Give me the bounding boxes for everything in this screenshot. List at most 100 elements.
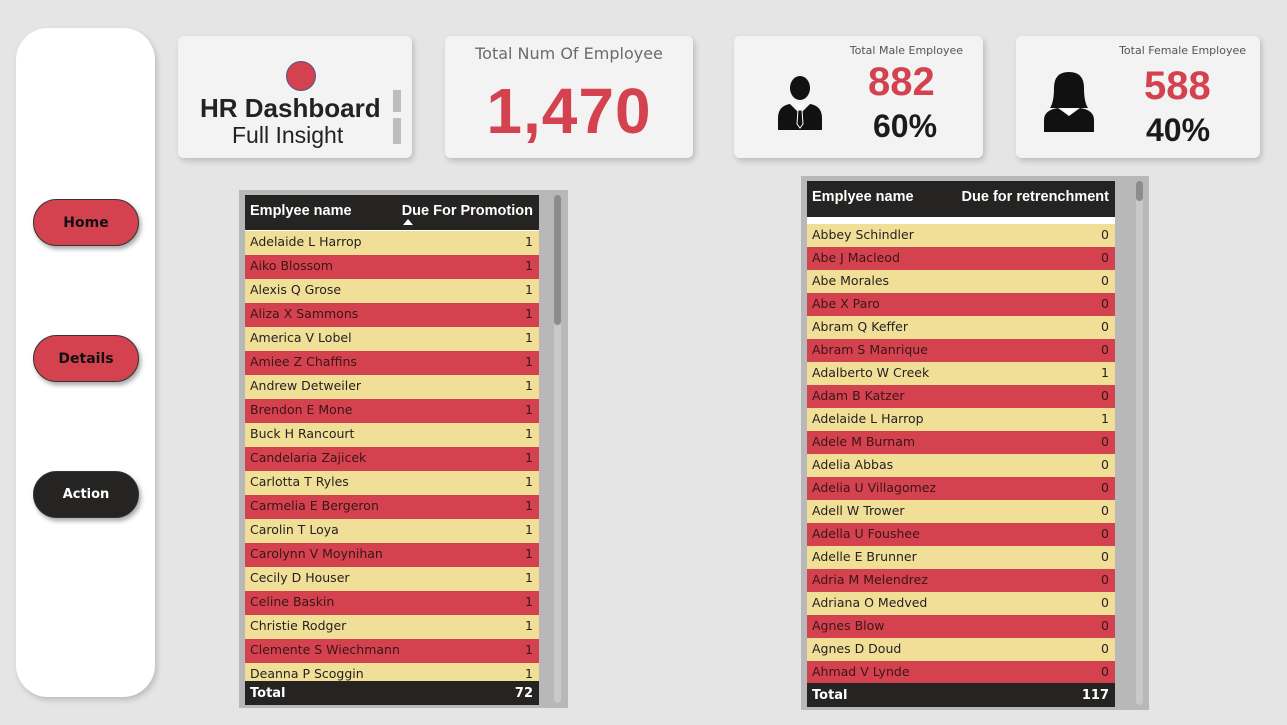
column-header-name[interactable]: Emplyee name xyxy=(250,203,352,219)
retrenchment-scroll-thumb[interactable] xyxy=(1136,181,1143,201)
male-employee-pct: 60% xyxy=(873,108,938,144)
table-row[interactable]: Candelaria Zajicek 1 xyxy=(245,447,539,471)
total-label: Total xyxy=(812,688,848,703)
table-row[interactable]: Adelle E Brunner 0 xyxy=(807,546,1115,569)
table-row[interactable]: Christie Rodger 1 xyxy=(245,615,539,639)
employee-name-cell: Abe Morales xyxy=(812,273,890,288)
employee-name-cell: Adam B Katzer xyxy=(812,388,905,403)
value-cell: 0 xyxy=(1101,296,1109,311)
value-cell: 0 xyxy=(1101,595,1109,610)
employee-name-cell: Alexis Q Grose xyxy=(250,282,342,297)
value-cell: 0 xyxy=(1101,388,1109,403)
table-row[interactable]: Adelia U Villagomez 0 xyxy=(807,477,1115,500)
sort-ascending-icon[interactable] xyxy=(403,219,413,225)
table-row[interactable]: Aliza X Sammons 1 xyxy=(245,303,539,327)
logo-dot-icon xyxy=(286,61,316,91)
employee-name-cell: Adelia Abbas xyxy=(812,457,894,472)
retrenchment-table-header[interactable]: Emplyee name Due for retrenchment xyxy=(807,181,1115,217)
employee-name-cell: Carolynn V Moynihan xyxy=(250,546,383,561)
employee-name-cell: Adriana O Medved xyxy=(812,595,928,610)
employee-name-cell: Celine Baskin xyxy=(250,594,335,609)
table-row[interactable]: Adriana O Medved 0 xyxy=(807,592,1115,615)
table-row[interactable]: Adell W Trower 0 xyxy=(807,500,1115,523)
table-row[interactable]: Ahmad V Lynde 0 xyxy=(807,661,1115,684)
value-cell: 0 xyxy=(1101,227,1109,242)
promotion-table-total: Total 72 xyxy=(245,681,539,705)
table-row[interactable]: Aiko Blossom 1 xyxy=(245,255,539,279)
table-row[interactable]: Celine Baskin 1 xyxy=(245,591,539,615)
female-employee-card: Total Female Employee 588 40% xyxy=(1016,36,1260,158)
total-label: Total xyxy=(250,686,286,701)
table-row[interactable]: Carmelia E Bergeron 1 xyxy=(245,495,539,519)
value-cell: 0 xyxy=(1101,434,1109,449)
value-cell: 1 xyxy=(525,618,533,633)
male-employee-label: Total Male Employee xyxy=(849,44,963,57)
column-header-retrenchment[interactable]: Due for retrenchment xyxy=(962,189,1109,205)
column-header-promotion[interactable]: Due For Promotion xyxy=(402,203,533,219)
table-row[interactable]: Alexis Q Grose 1 xyxy=(245,279,539,303)
table-row[interactable]: Clemente S Wiechmann 1 xyxy=(245,639,539,663)
table-row[interactable]: Abram S Manrique 0 xyxy=(807,339,1115,362)
table-row[interactable]: Adelaide L Harrop 1 xyxy=(807,408,1115,431)
male-person-icon xyxy=(778,76,822,130)
table-row[interactable]: Carlotta T Ryles 1 xyxy=(245,471,539,495)
table-row[interactable]: Adelaide L Harrop 1 xyxy=(245,231,539,255)
title-decor-bar xyxy=(393,90,401,112)
employee-name-cell: Adelaide L Harrop xyxy=(250,234,362,249)
table-row[interactable]: Carolynn V Moynihan 1 xyxy=(245,543,539,567)
table-row[interactable]: Buck H Rancourt 1 xyxy=(245,423,539,447)
table-row[interactable]: Agnes Blow 0 xyxy=(807,615,1115,638)
table-row[interactable]: Adam B Katzer 0 xyxy=(807,385,1115,408)
table-row[interactable]: Abbey Schindler 0 xyxy=(807,224,1115,247)
employee-name-cell: Adella U Foushee xyxy=(812,526,920,541)
value-cell: 0 xyxy=(1101,572,1109,587)
column-header-name[interactable]: Emplyee name xyxy=(812,189,914,205)
table-row[interactable]: Cecily D Houser 1 xyxy=(245,567,539,591)
table-row[interactable]: Adalberto W Creek 1 xyxy=(807,362,1115,385)
male-employee-card: Total Male Employee 882 60% xyxy=(734,36,983,158)
table-row[interactable]: Adria M Melendrez 0 xyxy=(807,569,1115,592)
value-cell: 0 xyxy=(1101,480,1109,495)
details-button[interactable]: Details xyxy=(33,335,139,382)
employee-name-cell: Amiee Z Chaffins xyxy=(250,354,357,369)
home-button[interactable]: Home xyxy=(33,199,139,246)
female-employee-value: 588 xyxy=(1144,64,1211,108)
value-cell: 1 xyxy=(525,306,533,321)
employee-name-cell: America V Lobel xyxy=(250,330,352,345)
page-subtitle: Full Insight xyxy=(232,122,344,148)
table-row[interactable]: Brendon E Mone 1 xyxy=(245,399,539,423)
value-cell: 0 xyxy=(1101,250,1109,265)
value-cell: 1 xyxy=(525,570,533,585)
promotion-scrollbar[interactable] xyxy=(554,195,561,703)
total-employee-card: Total Num Of Employee 1,470 xyxy=(445,36,693,158)
action-button[interactable]: Action xyxy=(33,471,139,518)
table-row[interactable]: America V Lobel 1 xyxy=(245,327,539,351)
nav-panel: Home Details Action xyxy=(16,28,155,697)
value-cell: 0 xyxy=(1101,549,1109,564)
total-value: 117 xyxy=(1081,688,1109,703)
table-row[interactable]: Adelia Abbas 0 xyxy=(807,454,1115,477)
value-cell: 1 xyxy=(525,450,533,465)
table-row[interactable]: Abe X Paro 0 xyxy=(807,293,1115,316)
table-row[interactable]: Amiee Z Chaffins 1 xyxy=(245,351,539,375)
employee-name-cell: Carolin T Loya xyxy=(250,522,339,537)
value-cell: 0 xyxy=(1101,457,1109,472)
table-row[interactable]: Abe Morales 0 xyxy=(807,270,1115,293)
table-row[interactable]: Carolin T Loya 1 xyxy=(245,519,539,543)
value-cell: 1 xyxy=(525,258,533,273)
employee-name-cell: Abe J Macleod xyxy=(812,250,900,265)
retrenchment-scrollbar[interactable] xyxy=(1136,181,1143,705)
table-row[interactable]: Adella U Foushee 0 xyxy=(807,523,1115,546)
table-row[interactable]: Abram Q Keffer 0 xyxy=(807,316,1115,339)
table-row[interactable]: Adele M Burnam 0 xyxy=(807,431,1115,454)
promotion-scroll-thumb[interactable] xyxy=(554,195,561,325)
table-row[interactable]: Agnes D Doud 0 xyxy=(807,638,1115,661)
employee-name-cell: Adria M Melendrez xyxy=(812,572,928,587)
table-row[interactable]: Andrew Detweiler 1 xyxy=(245,375,539,399)
employee-name-cell: Andrew Detweiler xyxy=(250,378,362,393)
promotion-table-header[interactable]: Emplyee name Due For Promotion xyxy=(245,195,539,230)
female-employee-label: Total Female Employee xyxy=(1119,44,1246,57)
table-row[interactable]: Abe J Macleod 0 xyxy=(807,247,1115,270)
promotion-table: Emplyee name Due For Promotion Adelaide … xyxy=(245,195,539,705)
employee-name-cell: Agnes Blow xyxy=(812,618,885,633)
